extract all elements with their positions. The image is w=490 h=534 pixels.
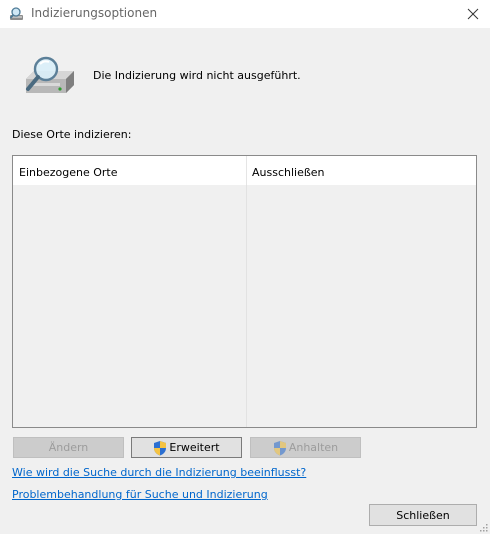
pause-button[interactable]: Anhalten	[250, 437, 361, 458]
title-bar: Indizierungsoptionen	[0, 0, 490, 28]
magnifier-drive-icon	[9, 7, 23, 20]
uac-shield-icon	[273, 440, 286, 455]
indexed-locations-list[interactable]: Einbezogene Orte Ausschließen	[12, 155, 477, 428]
advanced-button[interactable]: Erweitert	[131, 437, 242, 458]
column-divider	[246, 185, 247, 427]
resize-grip-icon[interactable]	[478, 522, 488, 532]
close-icon	[467, 8, 479, 20]
column-header-excluded[interactable]: Ausschließen	[252, 166, 325, 179]
change-button[interactable]: Ändern	[13, 437, 124, 458]
close-dialog-button[interactable]: Schließen	[369, 504, 477, 526]
indexing-status-text: Die Indizierung wird nicht ausgeführt.	[93, 69, 301, 82]
window-title: Indizierungsoptionen	[31, 6, 158, 20]
column-separator[interactable]	[246, 156, 247, 185]
column-header-included[interactable]: Einbezogene Orte	[19, 166, 117, 179]
advanced-button-label: Erweitert	[169, 441, 220, 454]
locations-label: Diese Orte indizieren:	[12, 128, 132, 141]
list-body	[13, 185, 476, 427]
close-button[interactable]	[456, 0, 490, 28]
troubleshoot-link[interactable]: Problembehandlung für Suche und Indizier…	[12, 488, 268, 501]
uac-shield-icon	[154, 440, 167, 455]
search-impact-link[interactable]: Wie wird die Suche durch die Indizierung…	[12, 466, 306, 479]
drive-magnifier-icon	[26, 56, 74, 93]
change-button-label: Ändern	[48, 441, 89, 454]
list-header: Einbezogene Orte Ausschließen	[13, 156, 476, 185]
close-dialog-button-label: Schließen	[396, 508, 450, 522]
pause-button-label: Anhalten	[288, 441, 339, 454]
